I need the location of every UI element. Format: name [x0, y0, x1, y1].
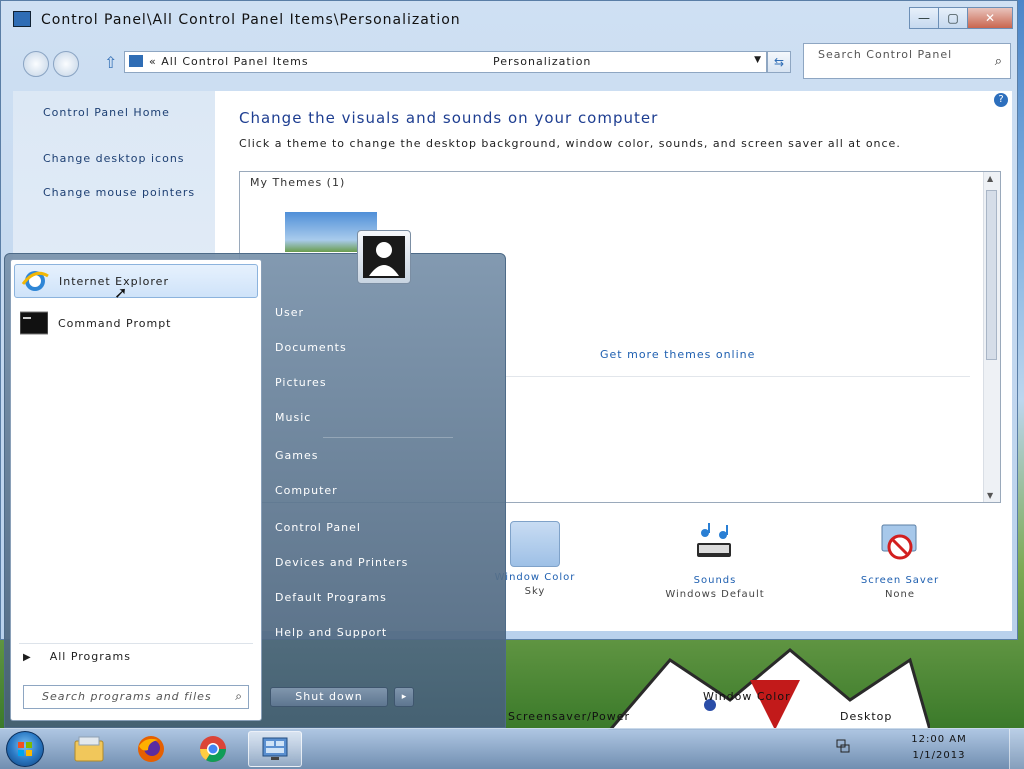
refresh-button[interactable]: ⇆ [767, 51, 791, 73]
navigation-bar: ⇧ « All Control Panel Items Personalizat… [1, 43, 1017, 85]
screen-saver-item[interactable]: Screen Saver None [825, 521, 975, 602]
sounds-icon [697, 523, 731, 557]
title-bar[interactable]: Control Panel\All Control Panel Items\Pe… [1, 1, 1017, 41]
address-bar[interactable]: « All Control Panel Items Personalizatio… [124, 51, 767, 73]
minimize-button[interactable]: — [909, 7, 939, 29]
desktop-overlay-text: Desktop [840, 710, 893, 723]
shutdown-button[interactable]: Shut down [270, 687, 388, 707]
scrollbar-thumb[interactable] [986, 190, 997, 360]
screen-saver-icon [881, 524, 917, 560]
scroll-down-icon[interactable]: ▼ [987, 491, 993, 500]
divider [19, 643, 253, 644]
link-change-desktop-icons[interactable]: Change desktop icons [43, 151, 203, 166]
screen-saver-label[interactable]: Screen Saver [825, 574, 975, 588]
avatar [363, 236, 405, 278]
start-item-music[interactable]: Music [275, 411, 311, 424]
program-command-prompt[interactable]: Command Prompt [14, 306, 258, 340]
close-button[interactable]: ✕ [967, 7, 1013, 29]
start-menu: Internet Explorer ➚ Command Prompt ▶ All … [4, 230, 506, 728]
firefox-icon [138, 736, 164, 762]
control-panel-icon [262, 737, 288, 760]
start-item-documents[interactable]: Documents [275, 341, 347, 354]
chevron-down-icon[interactable]: ▼ [754, 55, 761, 65]
sounds-label[interactable]: Sounds [635, 574, 795, 588]
start-item-help-and-support[interactable]: Help and Support [275, 626, 387, 639]
window-title: Control Panel\All Control Panel Items\Pe… [41, 12, 461, 28]
back-button[interactable] [23, 51, 49, 77]
search-icon[interactable]: ⌕ [995, 54, 1002, 69]
start-item-pictures[interactable]: Pictures [275, 376, 327, 389]
start-item-computer[interactable]: Computer [275, 484, 338, 497]
get-more-themes-link[interactable]: Get more themes online [600, 348, 755, 361]
all-programs-label: All Programs [49, 650, 131, 663]
start-menu-programs-pane: Internet Explorer ➚ Command Prompt ▶ All … [10, 259, 262, 721]
triangle-right-icon: ▶ [23, 652, 32, 663]
divider [505, 376, 970, 377]
window-color-icon [510, 521, 560, 567]
program-internet-explorer[interactable]: Internet Explorer [14, 264, 258, 298]
search-placeholder: Search Control Panel [818, 48, 953, 61]
search-icon[interactable]: ⌕ [235, 689, 242, 704]
shutdown-options-button[interactable]: ▸ [394, 687, 414, 707]
folder-icon [74, 736, 104, 762]
chrome-icon [199, 736, 227, 763]
user-picture[interactable] [357, 230, 411, 284]
command-prompt-icon [20, 311, 48, 335]
page-title: Change the visuals and sounds on your co… [239, 109, 659, 127]
control-panel-icon [13, 11, 31, 27]
clock-date: 1/1/2013 [912, 750, 966, 761]
taskbar-firefox[interactable] [124, 731, 178, 767]
desktop-overlay-text: Screensaver/Power [508, 710, 631, 723]
taskbar-windows-explorer[interactable] [62, 731, 116, 767]
up-arrow-icon[interactable]: ⇧ [104, 53, 117, 72]
taskbar: 12:00 AM 1/1/2013 [0, 728, 1024, 769]
help-icon[interactable]: ? [994, 93, 1008, 107]
divider [323, 437, 453, 438]
show-desktop-button[interactable] [1009, 729, 1024, 769]
scroll-up-icon[interactable]: ▲ [987, 174, 993, 183]
network-icon[interactable] [836, 739, 850, 753]
start-item-games[interactable]: Games [275, 449, 318, 462]
clock-time: 12:00 AM [911, 734, 967, 745]
user-silhouette-icon [369, 242, 399, 276]
themes-group-header[interactable]: My Themes (1) [250, 176, 345, 189]
maximize-button[interactable]: ▢ [938, 7, 968, 29]
search-input[interactable]: Search Control Panel ⌕ [803, 43, 1011, 79]
page-description: Click a theme to change the desktop back… [239, 137, 901, 150]
internet-explorer-icon [21, 271, 49, 291]
screen-saver-value: None [884, 589, 916, 600]
sounds-item[interactable]: Sounds Windows Default [635, 521, 795, 602]
link-change-mouse-pointers[interactable]: Change mouse pointers [43, 185, 203, 200]
control-panel-icon [129, 55, 143, 67]
link-control-panel-home[interactable]: Control Panel Home [43, 105, 203, 120]
program-label: Command Prompt [58, 316, 172, 330]
taskbar-chrome[interactable] [186, 731, 240, 767]
desktop-overlay-text: Window Color [703, 690, 791, 703]
forward-button[interactable] [53, 51, 79, 77]
start-search-placeholder: Search programs and files [42, 690, 212, 703]
start-search-input[interactable]: Search programs and files ⌕ [23, 685, 249, 709]
start-item-devices-and-printers[interactable]: Devices and Printers [275, 556, 408, 569]
start-item-default-programs[interactable]: Default Programs [275, 591, 387, 604]
start-item-user[interactable]: User [275, 306, 304, 319]
start-item-control-panel[interactable]: Control Panel [275, 521, 361, 534]
sounds-value: Windows Default [665, 589, 765, 600]
breadcrumb[interactable]: « All Control Panel Items [149, 55, 309, 68]
start-button[interactable] [6, 731, 44, 767]
vertical-scrollbar[interactable]: ▲ ▼ [983, 172, 1000, 502]
mouse-cursor-icon: ➚ [114, 283, 128, 302]
breadcrumb-current[interactable]: Personalization [493, 55, 591, 68]
system-clock[interactable]: 12:00 AM 1/1/2013 [884, 732, 994, 764]
all-programs-button[interactable]: ▶ All Programs [23, 650, 131, 663]
taskbar-control-panel[interactable] [248, 731, 302, 767]
windows-logo-icon [18, 742, 32, 756]
